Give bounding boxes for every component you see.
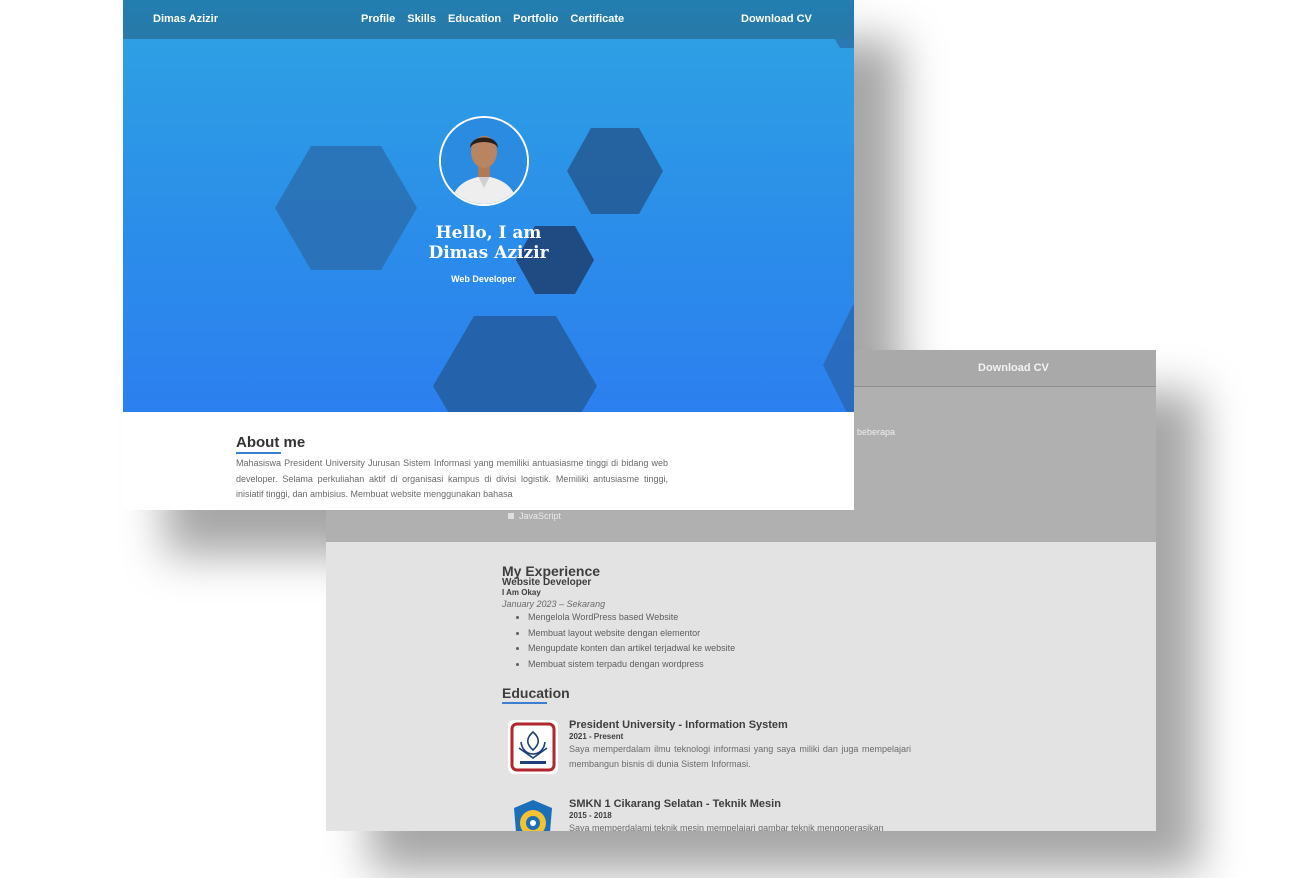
hexagon-shape bbox=[823, 305, 854, 412]
education-school-2: SMKN 1 Cikarang Selatan - Teknik Mesin bbox=[569, 798, 781, 810]
experience-company: I Am Okay bbox=[502, 588, 541, 597]
smkn-cikarang-logo bbox=[508, 798, 558, 831]
president-university-logo bbox=[508, 720, 558, 774]
hero-role: Web Developer bbox=[451, 274, 516, 284]
experience-bullet: Membuat layout website dengan elementor bbox=[528, 628, 735, 644]
nav-link-profile[interactable]: Profile bbox=[361, 13, 395, 25]
education-years-1: 2021 - Present bbox=[569, 732, 624, 741]
about-title: About me bbox=[236, 434, 306, 451]
back-download-cv-link[interactable]: Download CV bbox=[978, 362, 1049, 374]
nav-link-education[interactable]: Education bbox=[448, 13, 501, 25]
experience-period: January 2023 – Sekarang bbox=[502, 599, 606, 609]
education-desc-1: Saya memperdalam ilmu teknologi informas… bbox=[569, 744, 911, 769]
experience-bullet: Membuat sistem terpadu dengan wordpress bbox=[528, 659, 735, 675]
education-underline bbox=[502, 702, 547, 704]
brand-name[interactable]: Dimas Azizir bbox=[153, 13, 218, 25]
profile-avatar bbox=[439, 116, 529, 206]
front-screenshot: Dimas Azizir Profile Skills Education Po… bbox=[123, 0, 854, 510]
education-desc-2: Saya memperdalami teknik mesin mempelaja… bbox=[569, 823, 884, 831]
education-title: Education bbox=[502, 685, 570, 701]
hero-section: Dimas Azizir Profile Skills Education Po… bbox=[123, 0, 854, 412]
experience-bullet: Mengelola WordPress based Website bbox=[528, 612, 735, 628]
top-navbar: Dimas Azizir Profile Skills Education Po… bbox=[123, 0, 854, 39]
nav-links: Profile Skills Education Portfolio Certi… bbox=[361, 13, 624, 25]
nav-link-certificate[interactable]: Certificate bbox=[570, 13, 624, 25]
back-text-fragment: beberapa bbox=[857, 427, 896, 437]
about-underline bbox=[236, 452, 281, 454]
experience-role: Website Developer bbox=[502, 577, 592, 588]
nav-link-skills[interactable]: Skills bbox=[407, 13, 436, 25]
skill-label: JavaScript bbox=[519, 511, 562, 521]
about-text: Mahasiswa President University Jurusan S… bbox=[236, 458, 668, 499]
hexagon-shape bbox=[433, 316, 597, 412]
education-years-2: 2015 - 2018 bbox=[569, 811, 612, 820]
experience-bullet: Mengupdate konten dan artikel terjadwal … bbox=[528, 643, 735, 659]
skill-item-javascript: JavaScript bbox=[508, 511, 561, 521]
skill-square-icon bbox=[508, 513, 514, 519]
hexagon-shape bbox=[567, 128, 663, 214]
download-cv-link[interactable]: Download CV bbox=[741, 13, 812, 25]
hero-greeting: Hello, I am bbox=[435, 223, 542, 243]
hero-name: Dimas Azizir bbox=[428, 243, 549, 263]
nav-link-portfolio[interactable]: Portfolio bbox=[513, 13, 558, 25]
education-school-1: President University - Information Syste… bbox=[569, 719, 788, 731]
experience-bullet-list: Mengelola WordPress based Website Membua… bbox=[516, 612, 735, 674]
